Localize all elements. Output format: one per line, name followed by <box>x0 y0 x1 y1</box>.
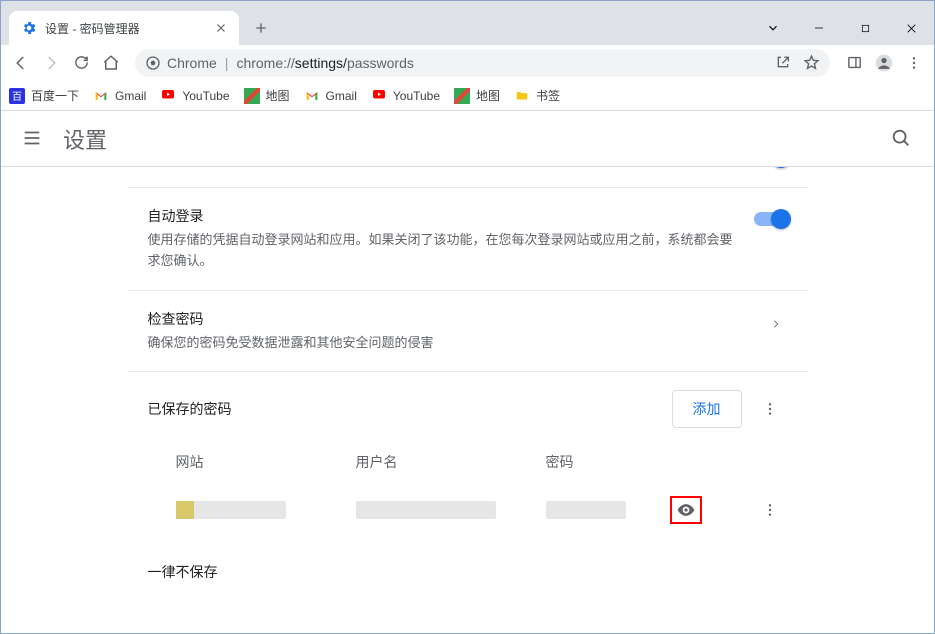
auto-signin-toggle[interactable] <box>754 212 788 226</box>
youtube-icon <box>371 88 387 104</box>
share-icon[interactable] <box>775 54 791 71</box>
youtube-icon <box>160 88 176 104</box>
url-mid: settings/ <box>295 55 347 71</box>
side-panel-icon[interactable] <box>840 49 868 77</box>
browser-window: 设置 - 密码管理器 Chrome | chrome://sett <box>0 0 935 634</box>
site-cell[interactable] <box>176 501 286 519</box>
maximize-button[interactable] <box>842 13 888 43</box>
maps-icon <box>244 88 260 104</box>
check-passwords-title: 检查密码 <box>148 309 744 329</box>
hamburger-icon[interactable] <box>21 127 45 151</box>
col-password: 密码 <box>546 452 666 472</box>
saved-passwords-title: 已保存的密码 <box>148 399 672 419</box>
folder-icon <box>514 88 530 104</box>
bookmark-youtube-2[interactable]: YouTube <box>371 88 440 104</box>
col-user: 用户名 <box>356 452 546 472</box>
bookmark-gmail[interactable]: Gmail <box>93 88 146 104</box>
password-row-menu[interactable] <box>752 492 788 528</box>
bookmark-baidu[interactable]: 百百度一下 <box>9 87 79 104</box>
bookmark-star-icon[interactable] <box>803 54 820 71</box>
home-button[interactable] <box>97 49 125 77</box>
bookmark-folder[interactable]: 书签 <box>514 87 560 104</box>
browser-tab[interactable]: 设置 - 密码管理器 <box>9 11 239 45</box>
url-separator: | <box>225 55 229 71</box>
new-tab-button[interactable] <box>247 14 275 42</box>
saved-passwords-menu[interactable] <box>752 391 788 427</box>
chrome-menu-icon[interactable] <box>900 49 928 77</box>
tab-title: 设置 - 密码管理器 <box>45 20 213 37</box>
address-bar[interactable]: Chrome | chrome://settings/passwords <box>135 49 830 77</box>
password-row <box>128 482 808 538</box>
maps-icon <box>454 88 470 104</box>
page-title: 设置 <box>63 123 107 155</box>
gmail-icon <box>304 88 320 104</box>
password-columns: 网站 用户名 密码 <box>128 438 808 482</box>
col-site: 网站 <box>176 452 356 472</box>
back-button[interactable] <box>7 49 35 77</box>
auto-signin-desc: 使用存储的凭据自动登录网站和应用。如果关闭了该功能，在您每次登录网站或应用之前，… <box>148 230 734 272</box>
bookmark-gmail-2[interactable]: Gmail <box>304 88 357 104</box>
forward-button <box>37 49 65 77</box>
url-prefix: chrome:// <box>236 55 294 71</box>
gmail-icon <box>93 88 109 104</box>
reload-button[interactable] <box>67 49 95 77</box>
window-controls <box>750 11 934 45</box>
url-tail: passwords <box>347 55 414 71</box>
user-cell <box>356 501 496 519</box>
bookmark-youtube[interactable]: YouTube <box>160 88 229 104</box>
titlebar: 设置 - 密码管理器 <box>1 1 934 45</box>
passwords-card: 提示保存密码 自动登录 使用存储的凭据自动登录网站和应用。如果关闭了该功能，在您… <box>128 167 808 593</box>
auto-signin-title: 自动登录 <box>148 206 734 226</box>
show-password-icon[interactable] <box>676 500 696 520</box>
chrome-icon: Chrome <box>145 55 217 71</box>
never-save-heading: 一律不保存 <box>128 538 808 622</box>
offer-save-row: 提示保存密码 <box>128 167 808 188</box>
auto-signin-row: 自动登录 使用存储的凭据自动登录网站和应用。如果关闭了该功能，在您每次登录网站或… <box>128 188 808 291</box>
bookmark-maps-2[interactable]: 地图 <box>454 87 500 104</box>
chevron-right-icon <box>764 317 788 331</box>
bookmark-maps[interactable]: 地图 <box>244 87 290 104</box>
highlight-box <box>670 496 702 524</box>
toolbar: Chrome | chrome://settings/passwords <box>1 45 934 81</box>
password-cell <box>546 501 626 519</box>
content-scroll[interactable]: 提示保存密码 自动登录 使用存储的凭据自动登录网站和应用。如果关闭了该功能，在您… <box>1 167 934 633</box>
gear-icon <box>21 20 37 36</box>
profile-icon[interactable] <box>870 49 898 77</box>
search-icon[interactable] <box>890 127 914 151</box>
settings-header: 设置 <box>1 111 934 167</box>
chevron-down-icon[interactable] <box>750 13 796 43</box>
add-password-button[interactable]: 添加 <box>672 390 742 428</box>
close-icon[interactable] <box>213 20 229 36</box>
content-area: 提示保存密码 自动登录 使用存储的凭据自动登录网站和应用。如果关闭了该功能，在您… <box>1 167 934 633</box>
bookmarks-bar: 百百度一下 Gmail YouTube 地图 Gmail YouTube 地图 … <box>1 81 934 111</box>
saved-passwords-header: 已保存的密码 添加 <box>128 372 808 438</box>
check-passwords-desc: 确保您的密码免受数据泄露和其他安全问题的侵害 <box>148 333 744 354</box>
close-window-button[interactable] <box>888 13 934 43</box>
check-passwords-row[interactable]: 检查密码 确保您的密码免受数据泄露和其他安全问题的侵害 <box>128 291 808 373</box>
baidu-icon: 百 <box>9 88 25 104</box>
minimize-button[interactable] <box>796 13 842 43</box>
url-host: Chrome <box>167 55 217 71</box>
